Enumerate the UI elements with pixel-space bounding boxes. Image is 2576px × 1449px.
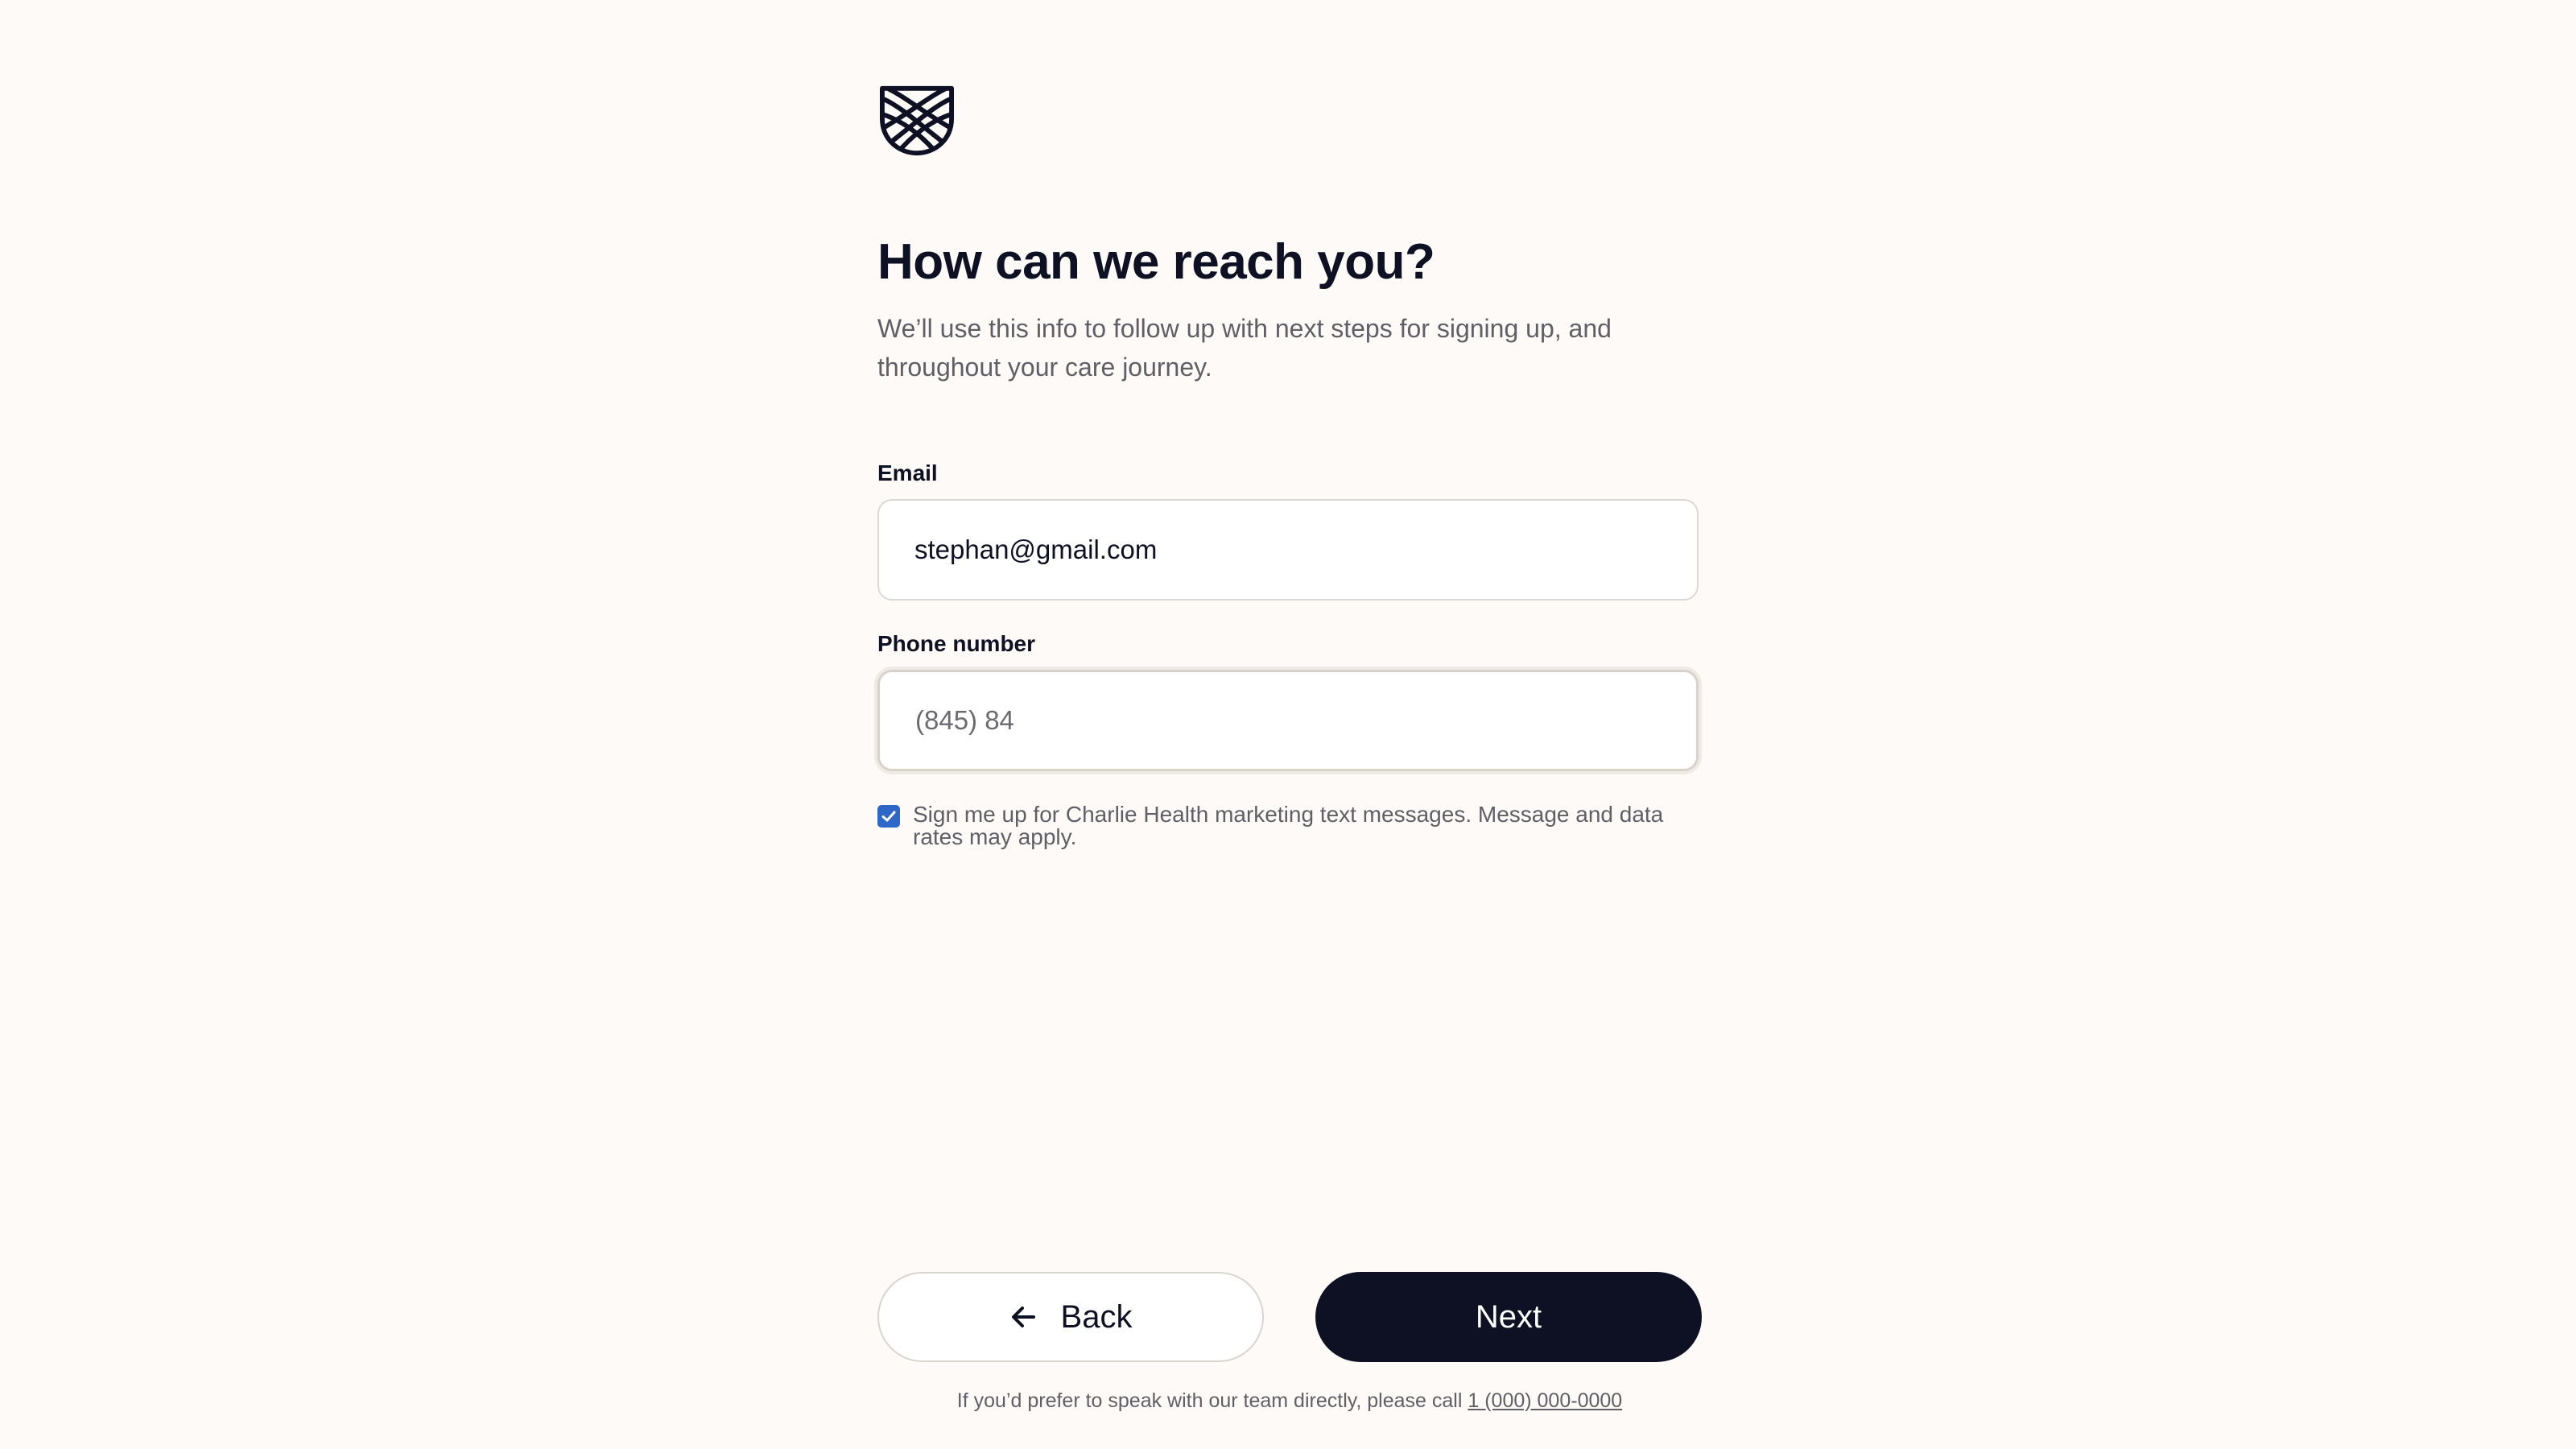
page-title: How can we reach you?	[877, 234, 1435, 290]
page-subtitle: We’ll use this info to follow up with ne…	[877, 314, 1612, 382]
phone-input[interactable]	[915, 672, 1672, 769]
marketing-checkbox-label: Sign me up for Charlie Health marketing …	[913, 802, 1664, 849]
shield-logo-icon	[877, 82, 956, 158]
footer-contact-note: If you’d prefer to speak with our team d…	[877, 1389, 1702, 1413]
phone-label: Phone number	[877, 631, 1036, 656]
marketing-checkbox[interactable]	[877, 805, 900, 828]
email-input[interactable]	[914, 501, 1671, 599]
footer-text: If you’d prefer to speak with our team d…	[956, 1389, 1463, 1412]
arrow-left-icon	[1011, 1307, 1035, 1327]
checkmark-icon	[881, 811, 896, 822]
email-label: Email	[877, 460, 938, 485]
back-button-label: Back	[1060, 1298, 1133, 1335]
email-field[interactable]	[877, 499, 1699, 601]
footer-phone-link[interactable]: 1 (000) 000-0000	[1468, 1389, 1622, 1412]
next-button-label: Next	[1475, 1298, 1542, 1335]
next-button[interactable]: Next	[1315, 1272, 1702, 1362]
back-button[interactable]: Back	[877, 1272, 1264, 1362]
phone-field[interactable]	[877, 670, 1699, 771]
